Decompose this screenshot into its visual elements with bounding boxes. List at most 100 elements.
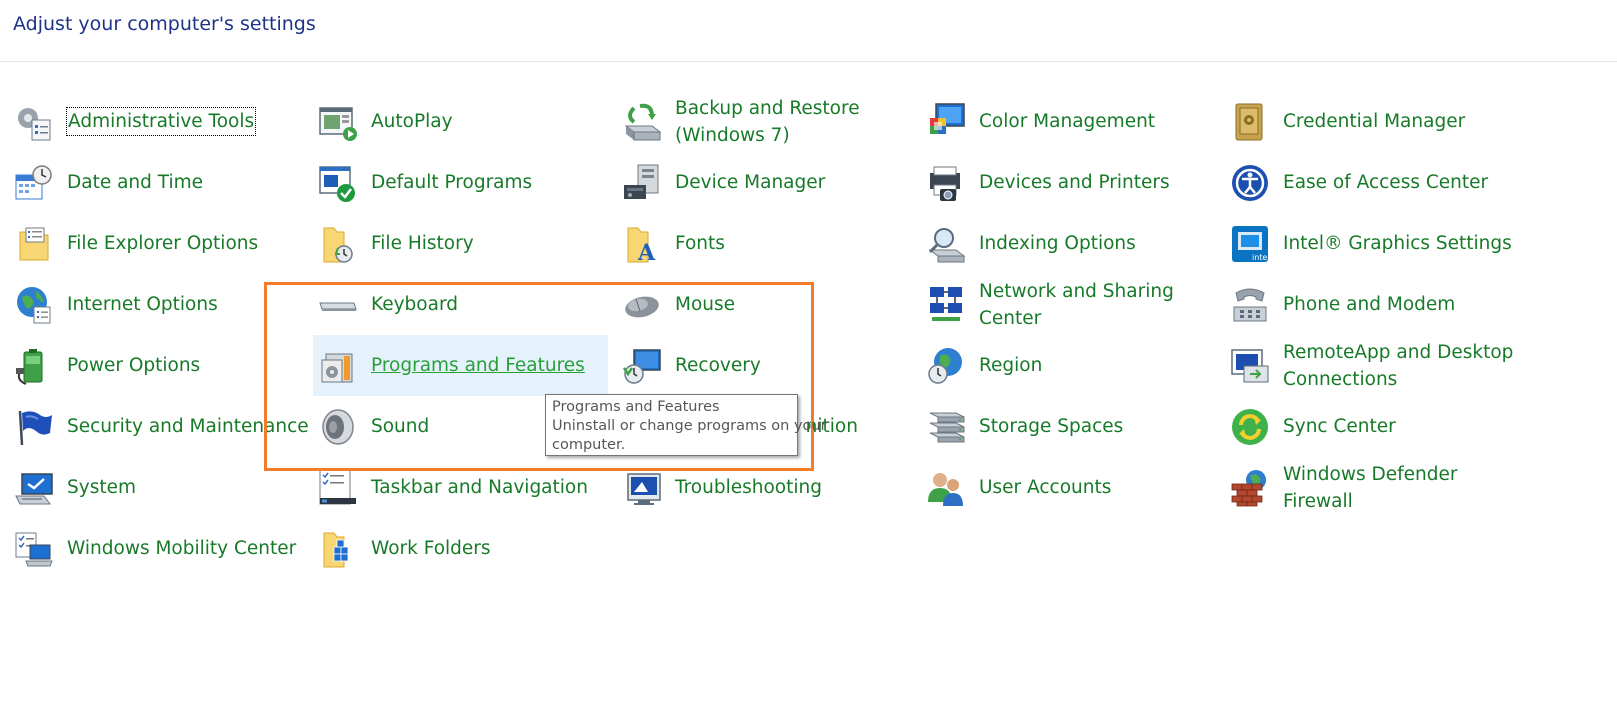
item-label-line1: Windows Defender [1283, 463, 1458, 485]
fonts-folder-icon: A [622, 224, 662, 264]
item-programs-and-features[interactable]: Programs and Features [313, 335, 608, 396]
default-programs-icon [318, 163, 358, 203]
item-label-line2: Firewall [1283, 490, 1353, 512]
item-date-and-time[interactable]: Date and Time [0, 152, 296, 213]
item-label: Default Programs [371, 172, 533, 193]
item-label: Internet Options [67, 294, 218, 315]
item-storage-spaces[interactable]: Storage Spaces [912, 396, 1208, 457]
item-label: Administrative Tools [65, 107, 257, 136]
item-windows-defender-firewall[interactable]: Windows Defender Firewall [1216, 457, 1512, 518]
intel-graphics-icon: intel [1230, 224, 1270, 264]
item-taskbar-and-navigation[interactable]: Taskbar and Navigation [304, 457, 600, 518]
item-fonts[interactable]: A Fonts [608, 213, 904, 274]
item-region[interactable]: Region [912, 335, 1208, 396]
work-folders-icon [318, 529, 358, 569]
speaker-icon [318, 407, 358, 447]
item-recovery[interactable]: Recovery [608, 335, 904, 396]
item-label: Windows Mobility Center [67, 538, 297, 559]
item-autoplay[interactable]: AutoPlay [304, 91, 600, 152]
troubleshooting-icon [622, 468, 662, 508]
item-mouse[interactable]: Mouse [608, 274, 904, 335]
item-label: Network and Sharing Center [979, 278, 1174, 332]
item-label: Intel® Graphics Settings [1283, 233, 1512, 254]
item-network-and-sharing-center[interactable]: Network and Sharing Center [912, 274, 1208, 335]
item-devices-and-printers[interactable]: Devices and Printers [912, 152, 1208, 213]
keyboard-icon [318, 285, 358, 325]
item-label: Indexing Options [979, 233, 1136, 254]
item-label-line2: Connections [1283, 368, 1398, 390]
globe-clock-icon [926, 346, 966, 386]
folder-clock-icon [318, 224, 358, 264]
item-internet-options[interactable]: Internet Options [0, 274, 296, 335]
taskbar-icon [318, 468, 358, 508]
item-label-line1: Backup and Restore [675, 97, 860, 119]
item-backup-and-restore[interactable]: Backup and Restore (Windows 7) [608, 91, 904, 152]
item-label: Fonts [675, 233, 725, 254]
item-label: File History [371, 233, 474, 254]
item-windows-mobility-center[interactable]: Windows Mobility Center [0, 518, 296, 579]
item-label: Ease of Access Center [1283, 172, 1489, 193]
item-label: Taskbar and Navigation [371, 477, 588, 498]
item-keyboard[interactable]: Keyboard [304, 274, 600, 335]
item-label: Device Manager [675, 172, 826, 193]
remote-desktop-icon [1230, 346, 1270, 386]
item-label: Power Options [67, 355, 201, 376]
battery-plug-icon [14, 346, 54, 386]
item-file-explorer-options[interactable]: File Explorer Options [0, 213, 296, 274]
item-default-programs[interactable]: Default Programs [304, 152, 600, 213]
printer-camera-icon [926, 163, 966, 203]
item-work-folders[interactable]: Work Folders [304, 518, 600, 579]
item-label: Keyboard [371, 294, 458, 315]
item-administrative-tools[interactable]: Administrative Tools [0, 91, 296, 152]
item-label: Security and Maintenance [67, 416, 309, 437]
color-management-icon [926, 102, 966, 142]
phone-icon [1230, 285, 1270, 325]
item-label: Troubleshooting [675, 477, 822, 498]
mouse-icon [622, 285, 662, 325]
item-label: Work Folders [371, 538, 491, 559]
item-troubleshooting[interactable]: Troubleshooting [608, 457, 904, 518]
item-label: File Explorer Options [67, 233, 259, 254]
item-indexing-options[interactable]: Indexing Options [912, 213, 1208, 274]
firewall-icon [1230, 468, 1270, 508]
item-file-history[interactable]: File History [304, 213, 600, 274]
item-label: Mouse [675, 294, 736, 315]
recovery-icon [622, 346, 662, 386]
autoplay-icon [318, 102, 358, 142]
computer-icon [14, 468, 54, 508]
tooltip-line2: computer. [552, 437, 626, 453]
item-label: Storage Spaces [979, 416, 1124, 437]
laptop-checklist-icon [14, 529, 54, 569]
item-label-line2: (Windows 7) [675, 124, 790, 146]
item-label: Sync Center [1283, 416, 1396, 437]
item-system[interactable]: System [0, 457, 296, 518]
svg-text:intel: intel [1252, 253, 1270, 262]
item-label: Credential Manager [1283, 111, 1466, 132]
item-label: Windows Defender Firewall [1283, 461, 1457, 515]
header: Adjust your computer's settings [0, 0, 1617, 62]
ease-of-access-icon [1230, 163, 1270, 203]
item-sync-center[interactable]: Sync Center [1216, 396, 1512, 457]
programs-features-icon [318, 346, 358, 386]
item-phone-and-modem[interactable]: Phone and Modem [1216, 274, 1512, 335]
item-label: Programs and Features [371, 355, 585, 376]
item-intel-graphics-settings[interactable]: intel Intel® Graphics Settings [1216, 213, 1512, 274]
users-icon [926, 468, 966, 508]
item-device-manager[interactable]: Device Manager [608, 152, 904, 213]
item-label: Color Management [979, 111, 1156, 132]
item-power-options[interactable]: Power Options [0, 335, 296, 396]
item-label: Sound [371, 416, 430, 437]
item-label-line2: Center [979, 307, 1042, 329]
svg-text:A: A [637, 240, 656, 264]
storage-icon [926, 407, 966, 447]
item-security-and-maintenance[interactable]: Security and Maintenance [0, 396, 309, 457]
item-label: Phone and Modem [1283, 294, 1456, 315]
item-ease-of-access-center[interactable]: Ease of Access Center [1216, 152, 1512, 213]
item-label-line1: Network and Sharing [979, 280, 1174, 302]
item-color-management[interactable]: Color Management [912, 91, 1208, 152]
item-user-accounts[interactable]: User Accounts [912, 457, 1208, 518]
item-label: Region [979, 355, 1043, 376]
sync-icon [1230, 407, 1270, 447]
item-credential-manager[interactable]: Credential Manager [1216, 91, 1512, 152]
item-remoteapp-and-desktop-connections[interactable]: RemoteApp and Desktop Connections [1216, 335, 1513, 396]
